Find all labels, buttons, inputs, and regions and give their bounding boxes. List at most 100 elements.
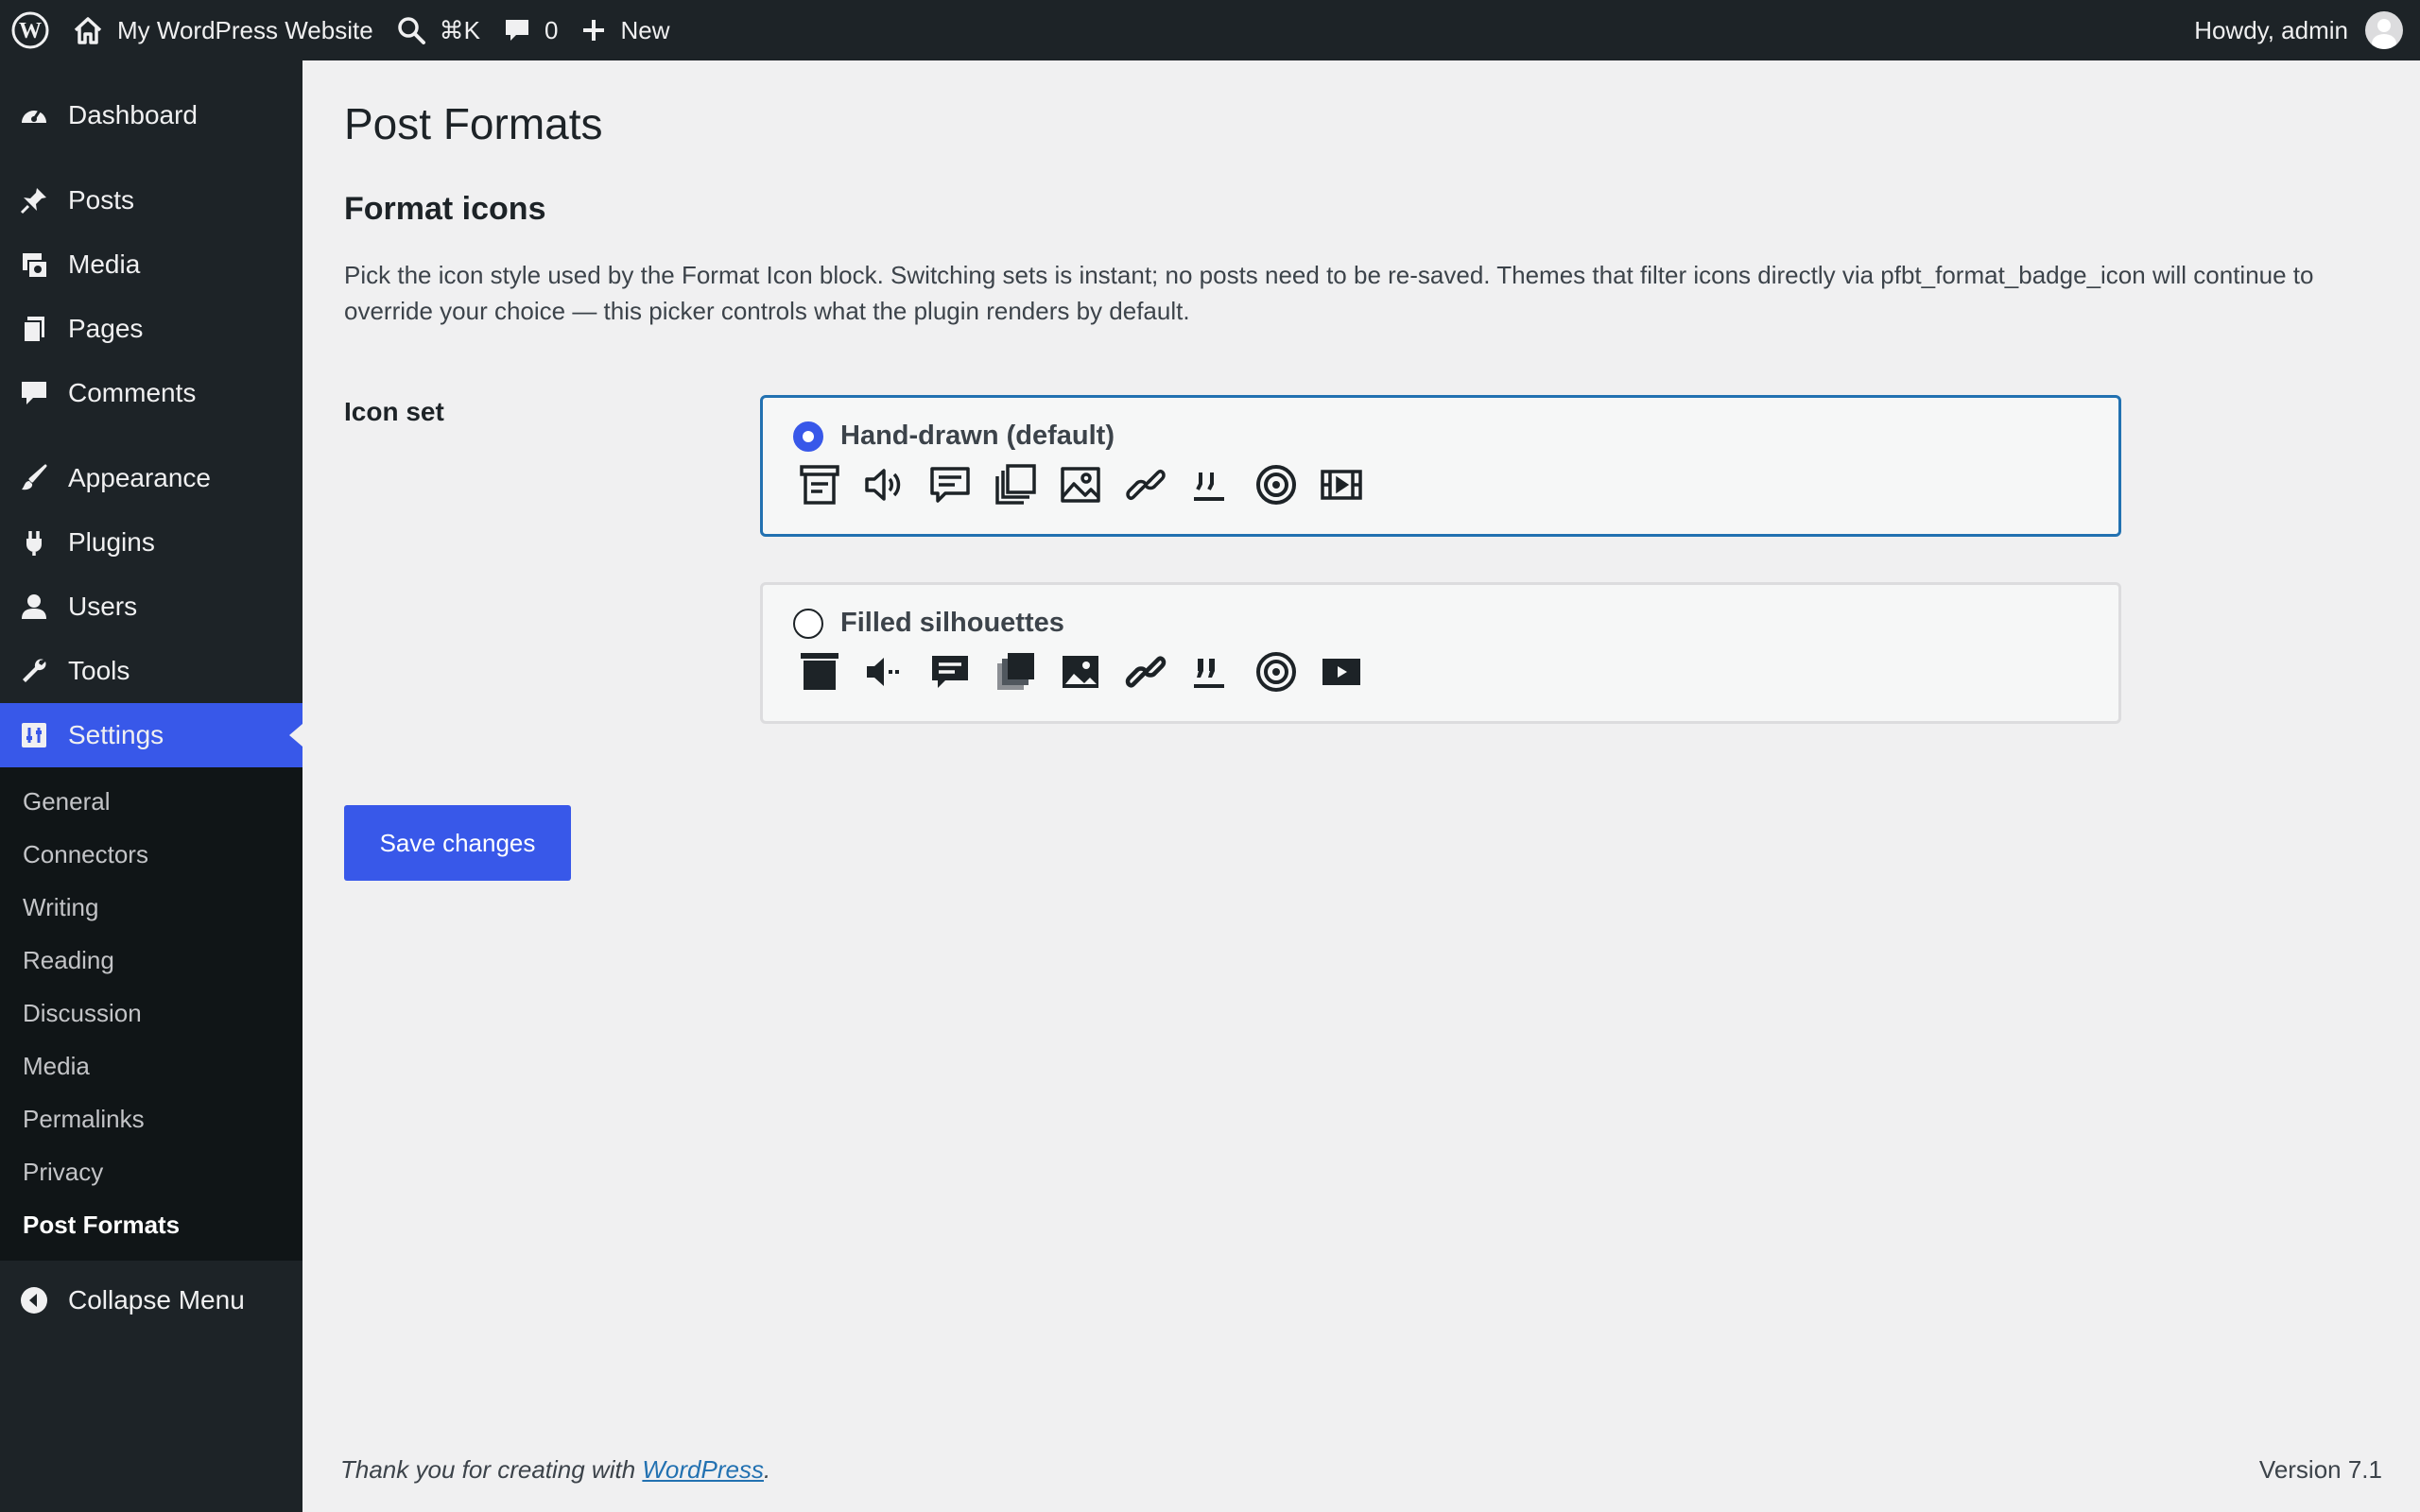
submenu-item-reading[interactable]: Reading	[0, 934, 302, 987]
chat-icon	[927, 649, 973, 695]
quote-icon	[1188, 462, 1234, 507]
wordpress-logo-icon: W	[11, 11, 49, 49]
submenu-item-post-formats[interactable]: Post Formats	[0, 1198, 302, 1251]
howdy-text: Howdy, admin	[2194, 15, 2348, 44]
status-icon	[1253, 462, 1299, 507]
sidebar-item-label: Users	[68, 592, 138, 621]
sidebar-item-label: Dashboard	[68, 100, 198, 129]
audio-icon	[862, 649, 908, 695]
users-icon	[17, 590, 51, 624]
account-menu[interactable]: Howdy, admin	[2194, 11, 2420, 49]
sidebar-item-settings[interactable]: Settings	[0, 703, 302, 767]
plus-icon	[583, 20, 605, 41]
submenu-item-connectors[interactable]: Connectors	[0, 828, 302, 881]
admin-sidebar: Dashboard Posts Media Pages Comments App…	[0, 60, 302, 1512]
sidebar-item-label: Settings	[68, 720, 164, 749]
settings-icon	[17, 718, 51, 752]
admin-bar: W My WordPress Website ⌘K 0 New Howdy, a…	[0, 0, 2420, 60]
link-icon	[1123, 462, 1168, 507]
status-icon	[1253, 649, 1299, 695]
comment-icon	[506, 20, 529, 41]
comment-icon	[17, 376, 51, 410]
new-content-link[interactable]: New	[569, 0, 681, 60]
sidebar-item-label: Pages	[68, 314, 144, 343]
sidebar-item-posts[interactable]: Posts	[0, 168, 302, 232]
icon-set-option-hand-drawn[interactable]: Hand-drawn (default)	[760, 395, 2121, 537]
new-label: New	[620, 15, 670, 44]
sidebar-item-label: Appearance	[68, 463, 212, 492]
audio-icon	[862, 462, 908, 507]
submenu-item-discussion[interactable]: Discussion	[0, 987, 302, 1040]
collapse-icon	[17, 1283, 51, 1317]
sidebar-item-label: Media	[68, 249, 141, 279]
sidebar-item-label: Plugins	[68, 527, 155, 557]
svg-text:W: W	[19, 19, 42, 43]
gallery-icon	[993, 649, 1038, 695]
submenu-item-media[interactable]: Media	[0, 1040, 302, 1092]
comments-count: 0	[544, 15, 559, 44]
submenu-item-general[interactable]: General	[0, 775, 302, 828]
search-icon	[397, 17, 425, 44]
option-label: Hand-drawn (default)	[840, 421, 1115, 451]
sidebar-item-plugins[interactable]: Plugins	[0, 510, 302, 575]
site-name-link[interactable]: My WordPress Website	[60, 0, 385, 60]
media-icon	[17, 248, 51, 282]
sidebar-item-users[interactable]: Users	[0, 575, 302, 639]
wordpress-logo[interactable]: W	[0, 0, 60, 60]
sidebar-item-label: Tools	[68, 656, 130, 685]
radio-filled[interactable]	[793, 608, 823, 639]
footer-thanks: Thank you for creating with WordPress.	[340, 1455, 770, 1484]
quote-icon	[1188, 649, 1234, 695]
section-description: Pick the icon style used by the Format I…	[344, 261, 2314, 325]
image-icon	[1058, 462, 1103, 507]
page-title: Post Formats	[344, 99, 603, 148]
plugin-icon	[17, 525, 51, 559]
wordpress-link[interactable]: WordPress	[642, 1455, 764, 1484]
section-title: Format icons	[344, 191, 546, 227]
submenu-item-permalinks[interactable]: Permalinks	[0, 1092, 302, 1145]
paintbrush-icon	[17, 461, 51, 495]
icon-set-label: Icon set	[344, 397, 444, 426]
avatar	[2365, 11, 2403, 49]
image-icon	[1058, 649, 1103, 695]
aside-icon	[797, 462, 842, 507]
search-command[interactable]: ⌘K	[385, 0, 492, 60]
settings-submenu: General Connectors Writing Reading Discu…	[0, 767, 302, 1261]
version-text: Version 7.1	[2258, 1455, 2382, 1484]
video-icon	[1319, 649, 1364, 695]
comments-link[interactable]: 0	[492, 0, 569, 60]
icon-preview-row	[797, 462, 1384, 507]
sidebar-item-tools[interactable]: Tools	[0, 639, 302, 703]
sidebar-item-dashboard[interactable]: Dashboard	[0, 83, 302, 147]
link-icon	[1123, 649, 1168, 695]
pushpin-icon	[17, 183, 51, 217]
sidebar-item-appearance[interactable]: Appearance	[0, 446, 302, 510]
save-button[interactable]: Save changes	[344, 805, 571, 881]
sidebar-item-label: Posts	[68, 185, 135, 215]
option-label: Filled silhouettes	[840, 608, 1064, 638]
collapse-label: Collapse Menu	[68, 1285, 245, 1314]
submenu-item-privacy[interactable]: Privacy	[0, 1145, 302, 1198]
site-name: My WordPress Website	[117, 15, 373, 44]
aside-icon	[797, 649, 842, 695]
footer-thanks-suffix: .	[763, 1455, 771, 1484]
sidebar-item-label: Comments	[68, 378, 197, 407]
sidebar-item-comments[interactable]: Comments	[0, 361, 302, 425]
home-icon	[74, 17, 102, 44]
pages-icon	[17, 312, 51, 346]
icon-preview-row	[797, 649, 1384, 695]
footer-thanks-prefix: Thank you for creating with	[340, 1455, 643, 1484]
collapse-menu-button[interactable]: Collapse Menu	[0, 1268, 302, 1332]
wrench-icon	[17, 654, 51, 688]
radio-hand-drawn[interactable]	[793, 421, 823, 452]
search-shortcut: ⌘K	[439, 15, 481, 44]
gallery-icon	[993, 462, 1038, 507]
chat-icon	[927, 462, 973, 507]
icon-set-option-filled[interactable]: Filled silhouettes	[760, 582, 2121, 724]
submenu-item-writing[interactable]: Writing	[0, 881, 302, 934]
dashboard-icon	[17, 98, 51, 132]
admin-footer: Thank you for creating with WordPress. V…	[340, 1455, 2382, 1485]
sidebar-item-media[interactable]: Media	[0, 232, 302, 297]
sidebar-item-pages[interactable]: Pages	[0, 297, 302, 361]
video-icon	[1319, 462, 1364, 507]
